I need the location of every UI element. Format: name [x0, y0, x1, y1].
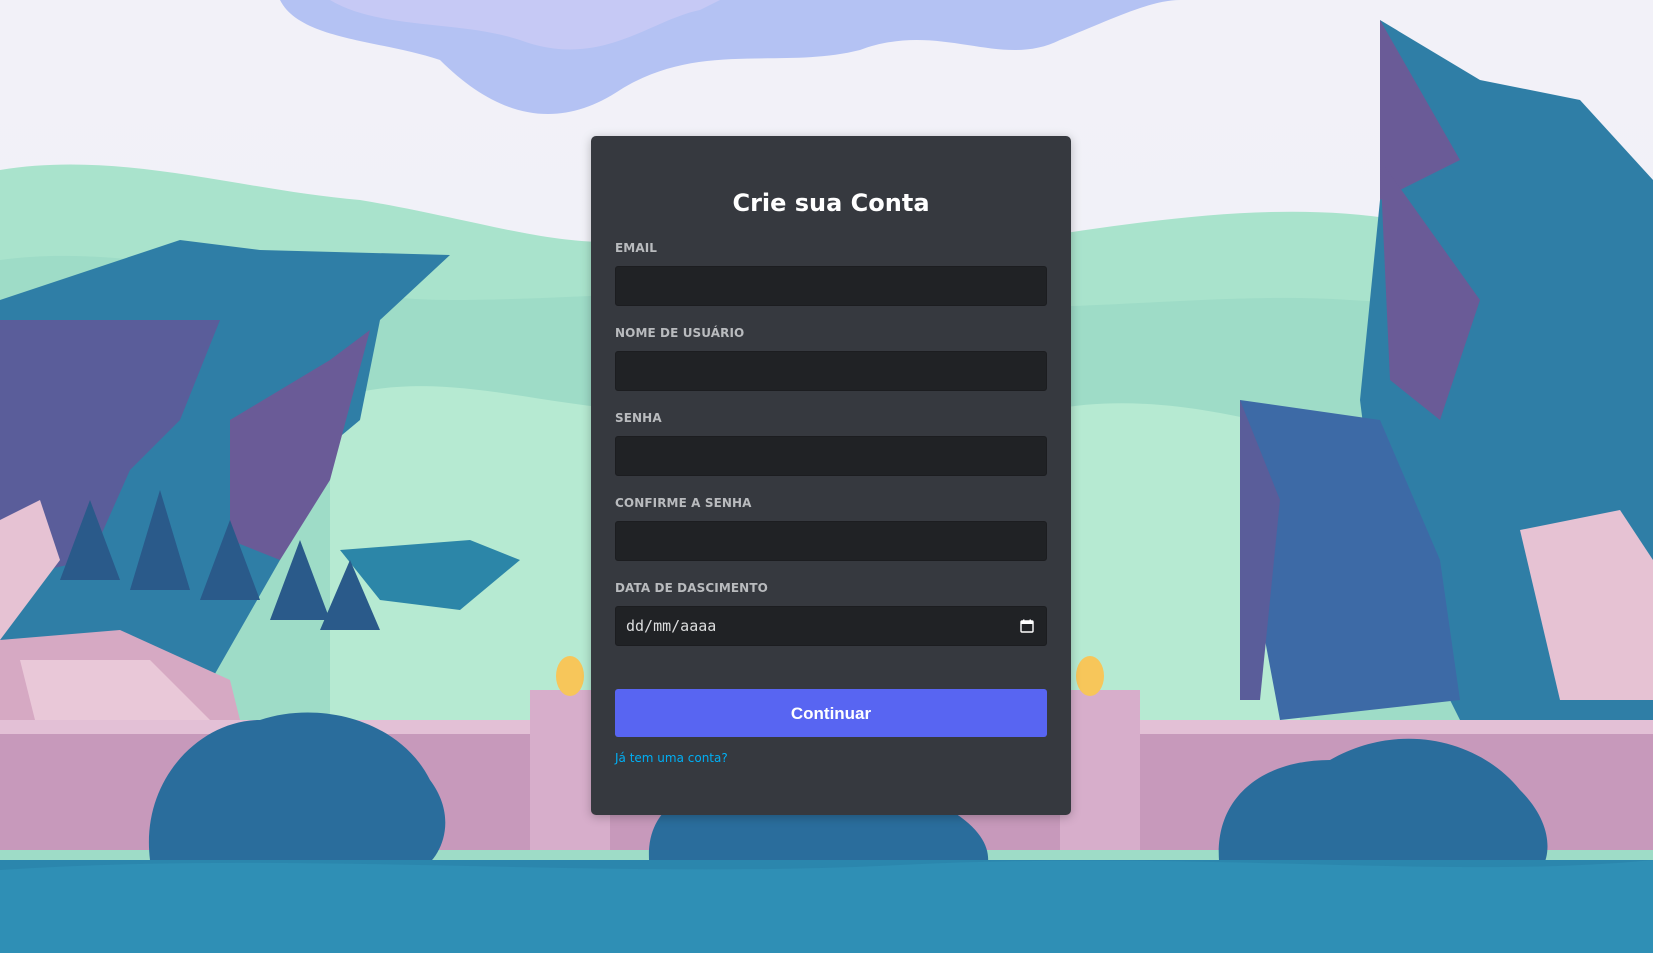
email-field-group: EMAIL	[615, 240, 1047, 306]
birthdate-field-group: DATA DE DASCIMENTO dd/mm/aaaa	[615, 580, 1047, 646]
username-input[interactable]	[615, 351, 1047, 391]
login-link[interactable]: Já tem uma conta?	[615, 750, 728, 766]
password-label: SENHA	[615, 411, 662, 425]
username-label: NOME DE USUÁRIO	[615, 326, 745, 340]
username-field-group: NOME DE USUÁRIO	[615, 325, 1047, 391]
birthdate-label: DATA DE DASCIMENTO	[615, 581, 768, 595]
email-input[interactable]	[615, 266, 1047, 306]
birthdate-input[interactable]: dd/mm/aaaa	[615, 606, 1047, 646]
confirm-password-input[interactable]	[615, 521, 1047, 561]
password-input[interactable]	[615, 436, 1047, 476]
email-label: EMAIL	[615, 241, 658, 255]
birthdate-placeholder: dd/mm/aaaa	[626, 617, 717, 635]
page-title: Crie sua Conta	[732, 189, 930, 217]
calendar-icon[interactable]	[1020, 619, 1034, 633]
password-field-group: SENHA	[615, 410, 1047, 476]
register-card: Crie sua Conta EMAIL NOME DE USUÁRIO SEN…	[591, 136, 1071, 815]
confirm-password-field-group: CONFIRME A SENHA	[615, 495, 1047, 561]
continue-button[interactable]: Continuar	[615, 689, 1047, 737]
confirm-password-label: CONFIRME A SENHA	[615, 496, 752, 510]
